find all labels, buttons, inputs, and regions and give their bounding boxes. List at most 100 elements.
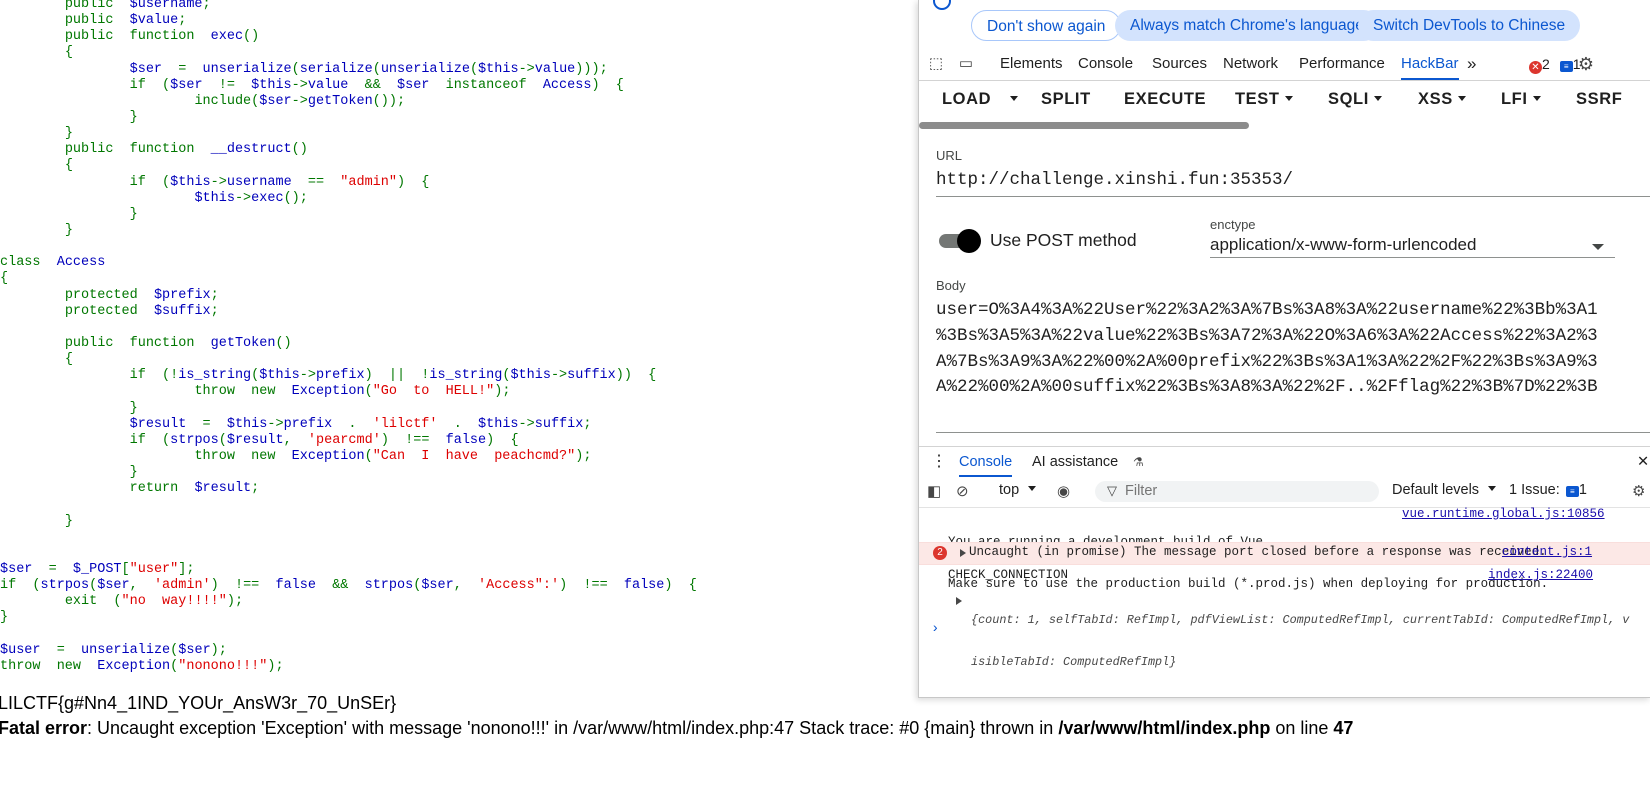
device-toolbar-icon[interactable]: ▭ (956, 54, 976, 74)
enctype-chevron-down-icon[interactable] (1592, 244, 1604, 250)
lfi-menu-button[interactable]: LFI (1501, 90, 1541, 109)
code-token: = (56, 642, 82, 658)
sqli-menu-button[interactable]: SQLI (1328, 90, 1382, 109)
more-tabs-button[interactable]: » (1467, 48, 1476, 80)
always-match-language-button[interactable]: Always match Chrome's language (1115, 10, 1379, 41)
console-object-preview[interactable]: {count: 1, selfTabId: RefImpl, pdfViewLi… (971, 585, 1629, 697)
execute-button[interactable]: EXECUTE (1124, 90, 1206, 109)
code-token: getToken (210, 335, 276, 351)
console-prompt[interactable]: › (931, 621, 939, 637)
log-levels-select[interactable]: Default levels (1392, 482, 1497, 498)
tab-network[interactable]: Network (1223, 48, 1278, 80)
post-method-toggle[interactable] (939, 229, 981, 253)
issues-label: 1 Issue: (1509, 482, 1560, 498)
code-token: { (64, 352, 73, 368)
code-token: } (64, 126, 73, 142)
fatal-error-label: Fatal error (0, 718, 88, 738)
code-token: "no way!!!!" (121, 594, 227, 610)
fatal-error-text: : Uncaught exception 'Exception' with me… (87, 718, 1059, 738)
info-icon (933, 0, 951, 10)
settings-gear-icon[interactable]: ⚙ (1576, 54, 1596, 74)
code-token: $this (251, 77, 292, 93)
code-token: $ser (129, 61, 179, 77)
code-token: . (348, 416, 373, 432)
expand-object-icon[interactable] (956, 597, 962, 605)
console-source-link[interactable]: content.js:1 (1502, 545, 1592, 559)
clear-console-icon[interactable]: ⊘ (956, 482, 969, 500)
enctype-underline (1210, 257, 1615, 258)
lfi-label: LFI (1501, 90, 1528, 108)
sidebar-toggle-icon[interactable]: ◧ (927, 482, 941, 500)
filter-box[interactable]: ▽ (1095, 481, 1379, 502)
tab-console[interactable]: Console (1078, 48, 1133, 80)
close-drawer-icon[interactable]: ✕ (1637, 447, 1649, 477)
code-token: -> (518, 61, 535, 77)
code-token: -> (299, 368, 316, 384)
code-token: username (226, 174, 308, 190)
drawer-tab-console[interactable]: Console (959, 447, 1013, 477)
console-source-link[interactable]: index.js:22400 (1488, 568, 1593, 582)
load-dropdown-chevron-icon[interactable] (1005, 90, 1018, 109)
code-token: public function (64, 335, 211, 351)
filter-input[interactable] (1125, 483, 1365, 499)
code-token: "admin" (340, 174, 397, 190)
dont-show-again-button[interactable]: Don't show again (971, 10, 1122, 41)
chevron-down-icon (1373, 96, 1382, 101)
code-token: ; (202, 0, 211, 12)
console-settings-gear-icon[interactable]: ⚙ (1632, 482, 1645, 500)
console-error-row[interactable]: 2 Uncaught (in promise) The message port… (919, 542, 1650, 565)
code-token: ) !== (559, 578, 624, 594)
code-token: ( (364, 384, 373, 400)
url-input[interactable]: http://challenge.xinshi.fun:35353/ (936, 170, 1293, 190)
code-token: && (364, 77, 397, 93)
load-button[interactable]: LOAD (942, 90, 991, 109)
expand-triangle-icon[interactable] (960, 549, 966, 557)
code-token: -> (291, 93, 308, 109)
switch-devtools-chinese-button[interactable]: Switch DevTools to Chinese (1358, 10, 1581, 41)
code-token: $this (510, 368, 551, 384)
code-line: include($ser->getToken()); (0, 94, 880, 110)
code-line: { (0, 158, 880, 174)
console-source-link[interactable]: vue.runtime.global.js:10856 (1402, 507, 1605, 521)
split-button[interactable]: SPLIT (1041, 90, 1091, 109)
chevron-down-icon (1488, 486, 1497, 491)
tab-hackbar[interactable]: HackBar (1401, 48, 1459, 80)
body-textarea[interactable]: user=O%3A4%3A%22User%22%3A2%3A%7Bs%3A8%3… (936, 298, 1636, 401)
hackbar-toolbar-scrollbar[interactable] (919, 122, 1249, 129)
drawer-tab-ai-assistance[interactable]: AI assistance (1032, 447, 1118, 477)
code-line: throw new Exception("Can I have peachcmd… (0, 449, 880, 465)
inspect-element-icon[interactable]: ⬚ (926, 54, 946, 74)
ssrf-menu-button[interactable]: SSRF (1576, 90, 1622, 109)
drawer-menu-icon[interactable]: ⋮ (931, 447, 947, 477)
code-token: protected (64, 303, 154, 319)
code-token: $result (226, 432, 284, 448)
body-line: A%22%00%2A%00suffix%22%3Bs%3A8%3A%22%2F.… (936, 377, 1598, 398)
error-warning-counter[interactable]: ✕ 2 ≡ 1 (1529, 56, 1580, 74)
code-line: $ser = $_POST["user"]; (0, 562, 880, 578)
code-line: public function exec() (0, 29, 880, 45)
issues-button[interactable]: 1 Issue: ≡ 1 (1509, 482, 1587, 498)
tab-sources[interactable]: Sources (1152, 48, 1207, 80)
enctype-select[interactable]: application/x-www-form-urlencoded (1210, 235, 1476, 255)
code-token: $this (170, 174, 211, 190)
xss-menu-button[interactable]: XSS (1418, 90, 1466, 109)
code-line: } (0, 514, 880, 530)
tab-elements[interactable]: Elements (1000, 48, 1063, 80)
test-menu-button[interactable]: TEST (1235, 90, 1293, 109)
context-select[interactable]: top (999, 482, 1037, 498)
code-token: ; (583, 416, 592, 432)
code-token: if ( (129, 174, 171, 190)
tab-performance[interactable]: Performance (1299, 48, 1385, 80)
code-token: -> (518, 416, 535, 432)
live-expression-eye-icon[interactable]: ◉ (1057, 482, 1070, 500)
code-token: ) { (591, 77, 624, 93)
code-token: } (129, 400, 138, 416)
